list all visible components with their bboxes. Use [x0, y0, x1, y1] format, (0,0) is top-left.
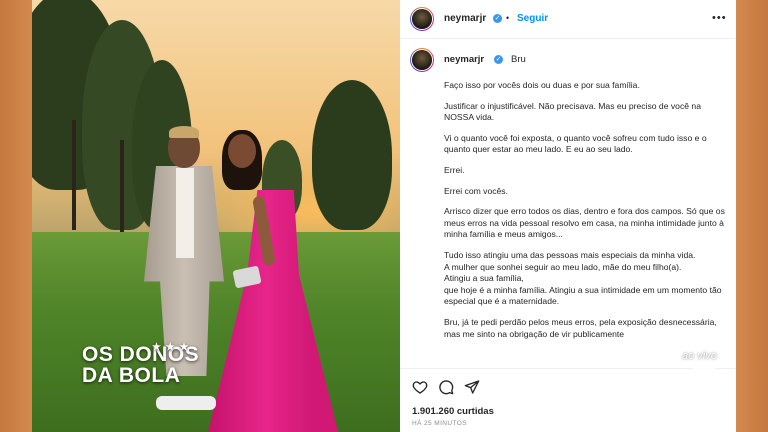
post-timestamp: HÁ 25 MINUTOS: [412, 420, 467, 427]
caption-paragraph: Faço isso por vocês dois ou duas e por s…: [444, 80, 640, 90]
caption-paragraph: Justificar o injustificável. Não precisa…: [444, 100, 701, 123]
white-shirt: [176, 168, 194, 258]
caption-avatar[interactable]: [410, 48, 434, 72]
caption-paragraph: Vi o quanto você foi exposta, o quanto v…: [444, 132, 707, 155]
heart-icon[interactable]: [412, 379, 428, 399]
post-header: neymarjr ✓ • Seguir •••: [400, 0, 736, 39]
header-username[interactable]: neymarjr: [444, 13, 486, 24]
comment-icon[interactable]: [438, 379, 454, 399]
follow-button[interactable]: Seguir: [517, 13, 548, 24]
caption-first-word: Bru: [511, 54, 526, 65]
logo-line-2: DA BOLA: [82, 364, 181, 387]
orange-frame-right: [736, 0, 768, 432]
show-logo: ★ ★ ★ OS DONOS DA BOLA: [82, 342, 212, 387]
paper-plane-icon[interactable]: [464, 379, 480, 399]
likes-count[interactable]: 1.901.260 curtidas: [412, 406, 494, 417]
woman-face: [228, 134, 256, 168]
live-label: ao vivo: [682, 350, 717, 362]
caption-paragraph: Errei com vocês.: [444, 185, 508, 196]
logo-stars: ★ ★ ★: [152, 342, 190, 353]
tree-trunk: [72, 120, 76, 230]
couple-photo: ★ ★ ★ OS DONOS DA BOLA: [32, 0, 400, 432]
caption-paragraph: Errei.: [444, 164, 465, 175]
separator-dot: •: [506, 13, 510, 23]
caption-username[interactable]: neymarjr: [444, 54, 484, 65]
verified-badge-icon: ✓: [494, 55, 503, 64]
caption-body: Faço isso por vocês dois ou duas e por s…: [444, 80, 730, 349]
orange-frame-left: [0, 0, 32, 432]
band-eye-logo: [679, 367, 729, 395]
caption-paragraph: Arrisco dizer que erro todos os dias, de…: [444, 206, 725, 240]
verified-badge-icon: ✓: [493, 14, 502, 23]
profile-avatar[interactable]: [410, 7, 434, 31]
man-hair: [169, 126, 199, 138]
more-options-icon[interactable]: •••: [712, 12, 727, 24]
tree: [312, 80, 392, 230]
caption-paragraph: Tudo isso atingiu uma das pessoas mais e…: [444, 249, 722, 307]
white-shoes: [156, 396, 216, 410]
logo-line-1: OS DONOS: [82, 343, 200, 366]
caption-paragraph: Bru, já te pedi perdão pelos meus erros,…: [444, 316, 717, 339]
tree-trunk: [120, 140, 124, 235]
